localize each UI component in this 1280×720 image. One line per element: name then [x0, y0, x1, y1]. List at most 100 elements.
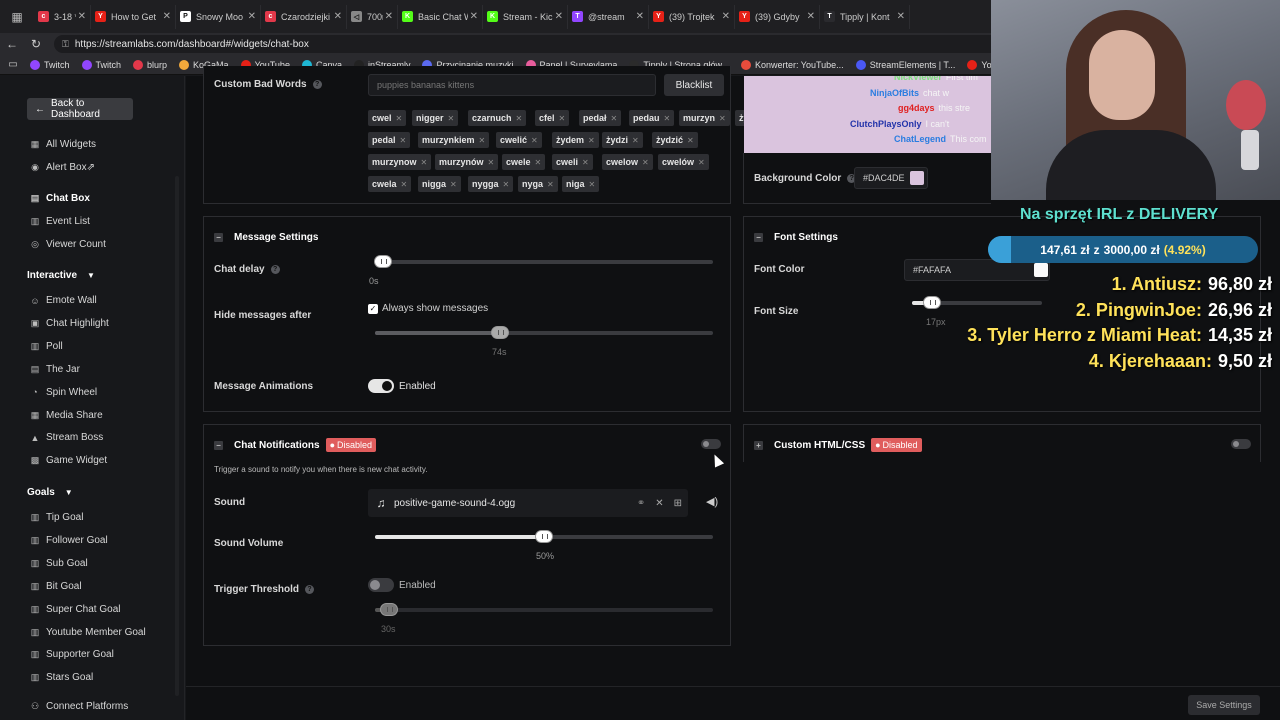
browser-tab[interactable]: c 3-18 * Czaro✕ [34, 4, 91, 29]
chat-notifications-toggle[interactable] [701, 439, 721, 449]
collapse-icon[interactable]: − [214, 233, 223, 242]
remove-chip-icon[interactable]: ✕ [588, 136, 595, 145]
back-to-dashboard-button[interactable]: ← Back to Dashboard [27, 98, 133, 120]
remove-chip-icon[interactable]: ✕ [559, 114, 566, 123]
remove-chip-icon[interactable]: ✕ [698, 158, 705, 167]
always-show-checkbox[interactable]: ✓ [368, 304, 378, 314]
sound-file-field[interactable]: ♫ positive-game-sound-4.ogg ⚭ ✕ ⊞ [368, 489, 688, 517]
browser-tab[interactable]: Y How to Get ✕ [91, 4, 176, 29]
sidebar-item[interactable]: ▥ Youtube Member Goal [30, 627, 146, 638]
remove-chip-icon[interactable]: ✕ [450, 180, 457, 189]
sidebar-item[interactable]: ▥ Super Chat Goal [30, 604, 121, 615]
sidebar-item[interactable]: ▲ Stream Boss [30, 432, 104, 443]
remove-chip-icon[interactable]: ✕ [516, 114, 523, 123]
browser-tab[interactable]: K Basic Chat W ✕ [398, 4, 483, 29]
apps-icon[interactable]: ▭ [0, 59, 26, 70]
browser-tab[interactable]: ◁ 700rafe✕ [347, 4, 398, 29]
browser-tab[interactable]: K Stream - Kic ✕ [483, 4, 568, 29]
sidebar-item[interactable]: ▤ Chat Box [30, 193, 90, 204]
background-color-swatch[interactable] [910, 171, 924, 185]
info-icon[interactable]: ? [312, 80, 322, 89]
sidebar-item[interactable]: ▦ All Widgets [30, 139, 96, 150]
sidebar-item[interactable]: ▥ Supporter Goal [30, 649, 114, 660]
sidebar-interactive-header[interactable]: Interactive ▼ [27, 270, 95, 281]
back-arrow-icon[interactable]: ← [0, 37, 24, 51]
tab-close-icon[interactable]: ✕ [385, 11, 393, 22]
sidebar-item[interactable]: ▥ Tip Goal [30, 512, 84, 523]
slider-knob[interactable] [492, 327, 508, 338]
info-icon[interactable]: ? [305, 585, 315, 594]
font-size-slider[interactable] [912, 297, 1042, 308]
browser-tab[interactable]: Y (39) Gdyby ✕ [735, 4, 820, 29]
speaker-icon[interactable]: ◀) [706, 495, 718, 508]
sidebar-scrollbar[interactable] [175, 176, 179, 696]
sound-volume-slider[interactable] [375, 531, 713, 542]
remove-chip-icon[interactable]: ✕ [632, 136, 639, 145]
close-icon[interactable]: ✕ [655, 498, 663, 509]
sidebar-item[interactable]: ▥ Follower Goal [30, 535, 108, 546]
remove-chip-icon[interactable]: ✕ [664, 114, 671, 123]
tab-close-icon[interactable]: ✕ [334, 11, 342, 22]
bookmark[interactable]: StreamElements | T... [855, 59, 955, 70]
remove-chip-icon[interactable]: ✕ [421, 158, 428, 167]
tab-close-icon[interactable]: ✕ [163, 11, 171, 22]
grid-icon[interactable]: ⊞ [674, 498, 682, 509]
remove-chip-icon[interactable]: ✕ [400, 136, 407, 145]
custom-html-toggle[interactable] [1231, 439, 1251, 449]
browser-tab[interactable]: c Czarodziejki ✕ [261, 4, 347, 29]
sidebar-item[interactable]: ▥ Event List [30, 216, 90, 227]
tab-close-icon[interactable]: ✕ [248, 11, 256, 22]
tab-close-icon[interactable]: ✕ [636, 11, 644, 22]
sidebar-item[interactable]: ▥ Poll [30, 341, 63, 352]
remove-chip-icon[interactable]: ✕ [479, 136, 486, 145]
tab-close-icon[interactable]: ✕ [555, 11, 563, 22]
tab-menu-icon[interactable]: ▦ [0, 10, 34, 24]
sidebar-item[interactable]: ☺ Emote Wall [30, 295, 96, 306]
tab-close-icon[interactable]: ✕ [470, 11, 478, 22]
remove-chip-icon[interactable]: ✕ [503, 180, 510, 189]
bookmark[interactable]: Twitch [81, 59, 121, 70]
site-info-icon[interactable]: ⚿ [62, 39, 69, 50]
sidebar-item-connect-platforms[interactable]: ⚇ Connect Platforms [30, 701, 128, 712]
custom-html-header[interactable]: + Custom HTML/CSS ● Disabled [754, 438, 922, 452]
browser-tab[interactable]: Y (39) Trojtek ✕ [649, 4, 735, 29]
browser-tab[interactable]: P Snowy Moo ✕ [176, 4, 261, 29]
sidebar-goals-header[interactable]: Goals ▼ [27, 487, 73, 498]
browser-tab[interactable]: T Tipply | Kont ✕ [820, 4, 910, 29]
remove-chip-icon[interactable]: ✕ [535, 158, 542, 167]
remove-chip-icon[interactable]: ✕ [582, 158, 589, 167]
chat-delay-slider[interactable] [375, 256, 713, 267]
slider-knob[interactable] [381, 604, 397, 615]
expand-icon[interactable]: + [754, 440, 763, 450]
font-settings-header[interactable]: − Font Settings [754, 232, 838, 243]
remove-chip-icon[interactable]: ✕ [396, 114, 403, 123]
remove-chip-icon[interactable]: ✕ [611, 114, 618, 123]
remove-chip-icon[interactable]: ✕ [401, 180, 408, 189]
remove-chip-icon[interactable]: ✕ [547, 180, 554, 189]
sidebar-item[interactable]: ▦ Media Share [30, 410, 103, 421]
slider-knob[interactable] [536, 531, 552, 542]
collapse-icon[interactable]: − [754, 233, 763, 242]
tab-close-icon[interactable]: ✕ [897, 11, 905, 22]
bad-words-input[interactable]: puppies bananas kittens [368, 74, 656, 96]
browser-tab[interactable]: T @stream ✕ [568, 4, 649, 29]
sidebar-item[interactable]: ▥ Bit Goal [30, 581, 82, 592]
sidebar-item[interactable]: ▩ Game Widget [30, 455, 107, 466]
info-icon[interactable]: ? [270, 265, 280, 274]
reload-icon[interactable]: ↻ [24, 37, 48, 51]
bookmark[interactable]: Konwerter: YouTube... [740, 59, 844, 70]
chat-notifications-header[interactable]: − Chat Notifications ● Disabled [214, 438, 377, 452]
sidebar-item[interactable]: ◎ Viewer Count [30, 239, 106, 250]
slider-knob[interactable] [924, 297, 940, 308]
trigger-threshold-toggle[interactable] [368, 578, 394, 592]
sidebar-item[interactable]: ▤ The Jar [30, 364, 80, 375]
link-icon[interactable]: ⚭ [637, 498, 645, 509]
bookmark[interactable]: blurp [133, 59, 167, 70]
remove-chip-icon[interactable]: ✕ [448, 114, 455, 123]
remove-chip-icon[interactable]: ✕ [589, 180, 596, 189]
trigger-threshold-slider[interactable] [375, 604, 713, 615]
remove-chip-icon[interactable]: ✕ [531, 136, 538, 145]
font-color-swatch[interactable] [1034, 263, 1048, 277]
tab-close-icon[interactable]: ✕ [78, 11, 86, 22]
sidebar-item[interactable]: ▥ Stars Goal [30, 672, 94, 683]
